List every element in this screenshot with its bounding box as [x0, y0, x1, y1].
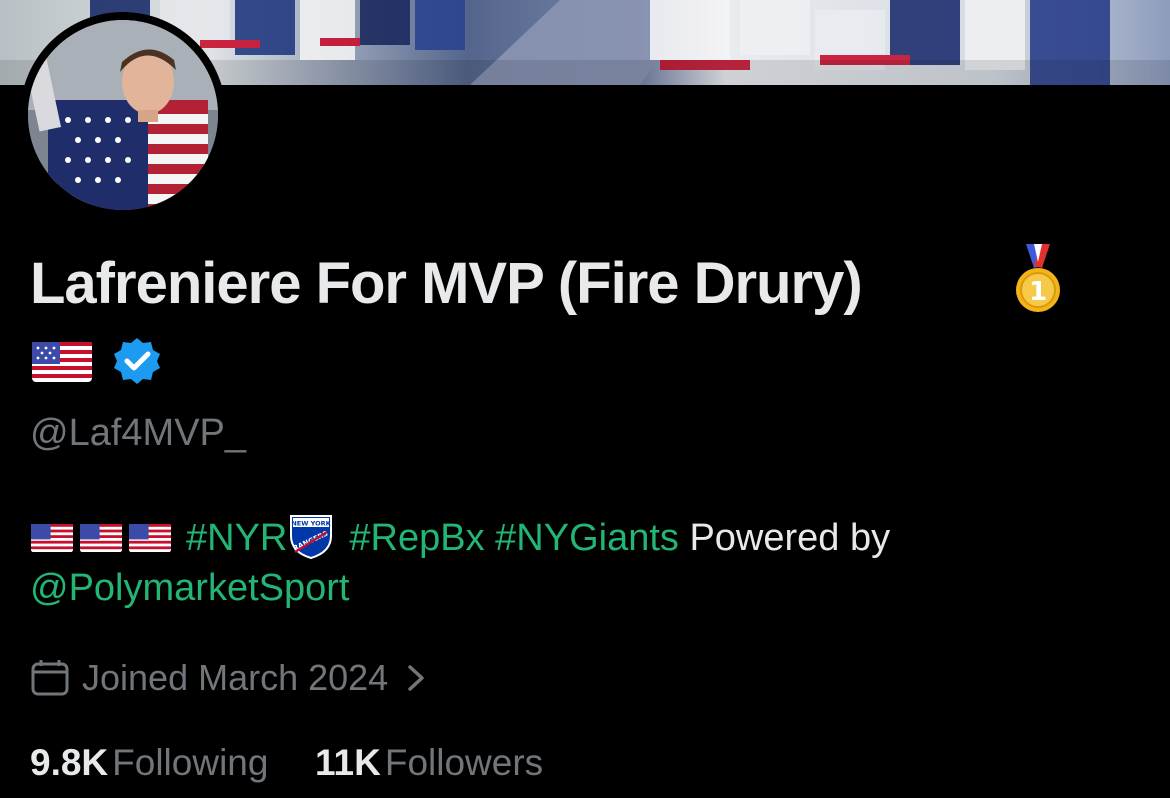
svg-text:NEW YORK: NEW YORK [292, 520, 332, 528]
svg-text:1: 1 [1029, 277, 1047, 307]
hashtag-repbx[interactable]: #RepBx [349, 517, 484, 559]
hashtag-nygiants[interactable]: #NYGiants [495, 517, 679, 559]
hashtag-nyr[interactable]: #NYR [186, 517, 287, 559]
mention-link[interactable]: @PolymarketSport [30, 567, 349, 609]
following-count: 9.8K [30, 742, 109, 783]
followers-count: 11K [315, 742, 381, 783]
us-flag-icon [31, 524, 73, 552]
verified-badge-icon[interactable] [112, 336, 162, 386]
chevron-right-icon [408, 665, 424, 691]
profile-bio: #NYR NEW YORK RANGERS #RepBx #NYGiants P… [30, 512, 1140, 613]
us-flag-icon [80, 524, 122, 552]
bio-powered-by-text: Powered by [689, 517, 891, 559]
avatar[interactable] [28, 20, 218, 210]
avatar-photo [28, 20, 218, 210]
following-link[interactable]: 9.8K Following [30, 742, 279, 783]
following-label: Following [112, 742, 269, 783]
followers-link[interactable]: 11K Followers [315, 742, 543, 783]
us-flag-icon [129, 524, 171, 552]
profile-handle: @Laf4MVP_ [30, 412, 247, 454]
us-flag-icon [32, 342, 92, 382]
display-name: Lafreniere For MVP (Fire Drury) [30, 251, 863, 316]
medal-icon: 1 [1016, 244, 1060, 312]
calendar-icon [31, 660, 69, 696]
profile-stats: 9.8K Following 11K Followers [30, 742, 543, 784]
joined-date-row[interactable]: Joined March 2024 [30, 656, 430, 700]
joined-date-text: Joined March 2024 [82, 657, 389, 698]
rangers-logo-icon: NEW YORK RANGERS [290, 515, 333, 560]
followers-label: Followers [384, 742, 544, 783]
